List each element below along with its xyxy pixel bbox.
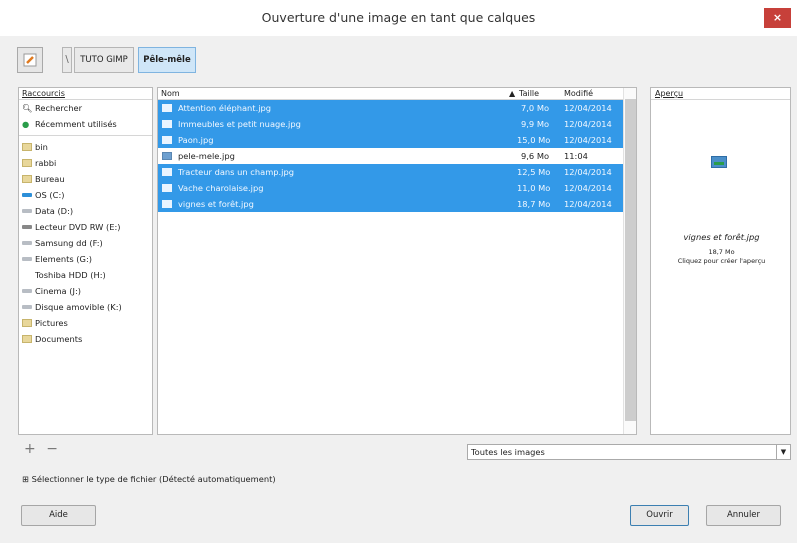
place-bureau[interactable]: Bureau	[19, 171, 152, 187]
recent-icon: ●	[22, 119, 30, 129]
places-panel: Raccourcis 🔍︎ Rechercher ● Récemment utili…	[18, 87, 153, 435]
place-bin[interactable]: bin	[19, 139, 152, 155]
file-list-header: Nom ▲ Taille Modifié	[158, 88, 636, 100]
image-thumbnail-icon	[711, 156, 727, 168]
window-title: Ouverture d'une image en tant que calque…	[261, 10, 536, 25]
path-crumb-tuto-gimp[interactable]: TUTO GIMP	[74, 47, 134, 73]
image-file-icon	[162, 120, 172, 128]
place-os-c[interactable]: OS (C:)	[19, 187, 152, 203]
open-button[interactable]: Ouvrir	[630, 505, 689, 526]
column-modified[interactable]: Modifié	[564, 88, 593, 100]
file-row[interactable]: Vache charolaise.jpg 11,0 Mo 12/04/2014	[158, 180, 636, 196]
bookmark-controls: + −	[24, 441, 58, 457]
preview-hint: Cliquez pour créer l'aperçu	[677, 257, 766, 265]
places-header: Raccourcis	[19, 88, 152, 100]
place-pictures[interactable]: Pictures	[19, 315, 152, 331]
place-removable-k[interactable]: Disque amovible (K:)	[19, 299, 152, 315]
remove-bookmark-button[interactable]: −	[46, 441, 58, 457]
drive-icon	[22, 193, 32, 197]
pencil-icon	[23, 53, 37, 67]
folder-icon	[22, 319, 32, 327]
image-file-icon	[162, 200, 172, 208]
dvd-icon	[22, 225, 32, 229]
chevron-down-icon[interactable]: ▼	[776, 445, 790, 459]
preview-filesize: 18,7 Mo	[708, 248, 735, 256]
preview-filename: vignes et forêt.jpg	[683, 232, 760, 242]
place-search[interactable]: 🔍︎ Rechercher	[19, 100, 152, 116]
file-row[interactable]: Tracteur dans un champ.jpg 12,5 Mo 12/04/2…	[158, 164, 636, 180]
place-rabbi[interactable]: rabbi	[19, 155, 152, 171]
place-toshiba-h[interactable]: Toshiba HDD (H:)	[19, 267, 152, 283]
column-name[interactable]: Nom	[161, 88, 180, 100]
place-data-d[interactable]: Data (D:)	[19, 203, 152, 219]
image-file-icon	[162, 136, 172, 144]
help-button[interactable]: Aide	[21, 505, 96, 526]
drive-icon	[22, 289, 32, 293]
image-file-icon	[162, 184, 172, 192]
edit-location-button[interactable]	[17, 47, 43, 73]
file-list-scrollbar[interactable]	[623, 88, 636, 434]
folder-icon	[22, 143, 32, 151]
image-file-icon	[162, 168, 172, 176]
drive-icon	[22, 305, 32, 309]
file-row[interactable]: Immeubles et petit nuage.jpg 9,9 Mo 12/04/…	[158, 116, 636, 132]
file-row[interactable]: vignes et forêt.jpg 18,7 Mo 12/04/2014	[158, 196, 636, 212]
search-icon: 🔍︎	[22, 103, 33, 113]
places-divider	[19, 135, 152, 136]
folder-icon	[22, 159, 32, 167]
place-recent[interactable]: ● Récemment utilisés	[19, 116, 152, 132]
drive-icon	[22, 257, 32, 261]
image-file-icon	[162, 104, 172, 112]
scrollbar-thumb[interactable]	[625, 99, 636, 421]
preview-header: Aperçu	[651, 88, 790, 100]
column-size[interactable]: Taille	[519, 88, 539, 100]
image-file-icon	[162, 152, 172, 160]
file-row[interactable]: Paon.jpg 15,0 Mo 12/04/2014	[158, 132, 636, 148]
folder-icon	[22, 175, 32, 183]
file-row[interactable]: Attention éléphant.jpg 7,0 Mo 12/04/2014	[158, 100, 636, 116]
file-type-expander[interactable]: ⊞ Sélectionner le type de fichier (Détec…	[22, 474, 276, 484]
filter-value: Toutes les images	[471, 447, 545, 457]
place-dvd-e[interactable]: Lecteur DVD RW (E:)	[19, 219, 152, 235]
add-bookmark-button[interactable]: +	[24, 441, 36, 457]
sort-ascending-icon[interactable]: ▲	[509, 88, 515, 100]
path-crumb-pele-mele[interactable]: Pêle-mêle	[138, 47, 196, 73]
place-elements-g[interactable]: Elements (G:)	[19, 251, 152, 267]
folder-icon	[22, 335, 32, 343]
place-cinema-j[interactable]: Cinema (J:)	[19, 283, 152, 299]
preview-panel[interactable]: Aperçu vignes et forêt.jpg 18,7 Mo Cliqu…	[650, 87, 791, 435]
place-documents[interactable]: Documents	[19, 331, 152, 347]
file-type-filter[interactable]: Toutes les images ▼	[467, 444, 791, 460]
place-samsung-f[interactable]: Samsung dd (F:)	[19, 235, 152, 251]
path-root-button[interactable]: \	[62, 47, 72, 73]
file-row[interactable]: pele-mele.jpg 9,6 Mo 11:04	[158, 148, 636, 164]
drive-icon	[22, 241, 32, 245]
cancel-button[interactable]: Annuler	[706, 505, 781, 526]
drive-icon	[22, 209, 32, 213]
file-list: Nom ▲ Taille Modifié Attention éléphant.…	[157, 87, 637, 435]
close-button[interactable]: ×	[764, 8, 791, 28]
